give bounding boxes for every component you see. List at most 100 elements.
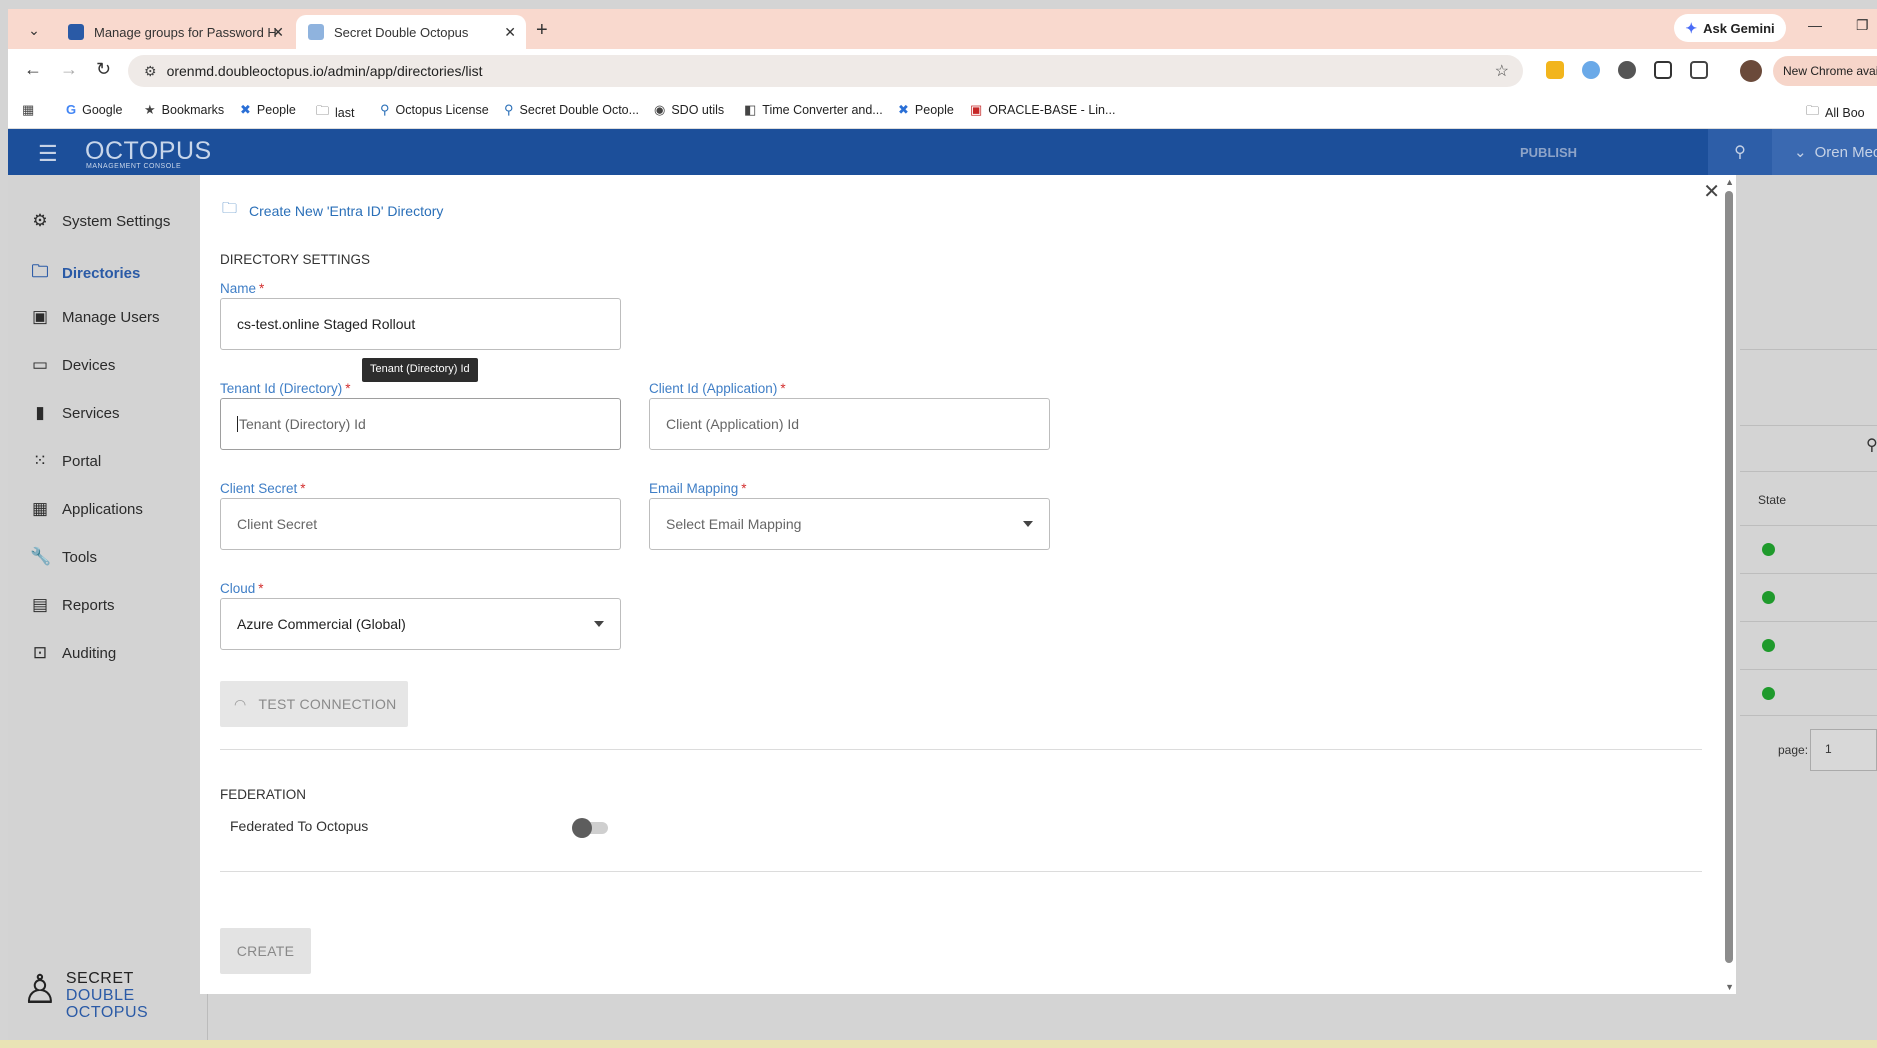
table-search-icon[interactable]: ⚲ bbox=[1866, 435, 1877, 455]
bookmark-sdo-utils[interactable]: ◉ SDO utils bbox=[654, 102, 724, 118]
wrench-icon: 🔧 bbox=[30, 547, 52, 566]
sidebar-item-label: System Settings bbox=[62, 212, 171, 230]
bookmark-label: ORACLE-BASE - Lin... bbox=[988, 103, 1116, 117]
app-header: ☰ OCTOPUS MANAGEMENT CONSOLE PUBLISH ⚲ ⌄… bbox=[8, 129, 1877, 175]
bookmark-octopus-license[interactable]: ⚲ Octopus License bbox=[380, 102, 489, 118]
browser-toolbar: ← → ↻ ⚙ orenmd.doubleoctopus.io/admin/ap… bbox=[8, 49, 1877, 93]
tab-secret-double-octopus[interactable]: Secret Double Octopus ✕ bbox=[296, 15, 526, 49]
state-active-dot bbox=[1762, 543, 1775, 556]
sidebar-item-label: Applications bbox=[62, 500, 143, 518]
column-header-state: State bbox=[1758, 493, 1787, 507]
federated-toggle[interactable] bbox=[572, 818, 610, 838]
apps-grid-icon[interactable]: ▦ bbox=[22, 102, 34, 118]
required-mark: * bbox=[259, 281, 265, 296]
badge-icon: ▣ bbox=[31, 307, 49, 326]
email-mapping-select[interactable]: Select Email Mapping bbox=[649, 498, 1050, 550]
bookmark-time-converter[interactable]: ◧ Time Converter and... bbox=[744, 102, 883, 118]
puzzle-extensions-icon[interactable] bbox=[1690, 61, 1708, 79]
new-chrome-available-button[interactable]: New Chrome availa bbox=[1773, 56, 1877, 86]
sidebar-item-label: Services bbox=[62, 404, 120, 422]
name-input[interactable]: cs-test.online Staged Rollout bbox=[220, 298, 621, 350]
email-mapping-label: Email Mapping * bbox=[649, 481, 747, 496]
bookmark-star-icon[interactable]: ☆ bbox=[1495, 61, 1509, 81]
cloud-label: Cloud * bbox=[220, 581, 264, 596]
sidebar-item-portal[interactable]: ⁙ Portal bbox=[30, 451, 101, 471]
close-tab-icon[interactable]: ✕ bbox=[504, 24, 516, 41]
logo-subtitle: MANAGEMENT CONSOLE bbox=[86, 163, 182, 170]
back-icon[interactable]: ← bbox=[24, 59, 42, 80]
tenant-id-input[interactable]: Tenant (Directory) Id bbox=[220, 398, 621, 450]
sidebar-item-services[interactable]: ▮ Services bbox=[30, 403, 120, 423]
bookmark-last[interactable]: 🗀 last bbox=[316, 102, 354, 124]
client-secret-input[interactable]: Client Secret bbox=[220, 498, 621, 550]
sharepoint-favicon-icon bbox=[68, 24, 84, 40]
sidebar-item-reports[interactable]: ▤ Reports bbox=[30, 595, 115, 615]
octopus-icon: ⚲ bbox=[380, 102, 390, 117]
header-search-icon[interactable]: ⚲ bbox=[1708, 129, 1772, 175]
bookmark-secret-double-octopus[interactable]: ⚲ Secret Double Octo... bbox=[504, 102, 639, 118]
bookmark-people[interactable]: ✖ People bbox=[240, 102, 296, 118]
required-mark: * bbox=[780, 381, 786, 396]
create-button[interactable]: CREATE bbox=[220, 928, 311, 974]
close-icon[interactable]: ✕ bbox=[1703, 179, 1720, 204]
sidebar-item-system-settings[interactable]: ⚙ System Settings bbox=[30, 211, 170, 231]
sidebar-item-directories[interactable]: 🗀 Directories bbox=[30, 259, 141, 288]
taskbar-strip bbox=[0, 1040, 1877, 1048]
all-bookmarks[interactable]: 🗀 All Boo bbox=[1806, 102, 1865, 124]
close-tab-icon[interactable]: ✕ bbox=[272, 24, 284, 41]
bookmark-people-2[interactable]: ✖ People bbox=[898, 102, 954, 118]
tab-title: Secret Double Octopus bbox=[334, 24, 469, 40]
name-label: Name * bbox=[220, 281, 264, 296]
user-menu[interactable]: ⌄ Oren Mec bbox=[1772, 129, 1877, 175]
client-id-input[interactable]: Client (Application) Id bbox=[649, 398, 1050, 450]
new-tab-icon[interactable]: + bbox=[536, 19, 548, 42]
profile-avatar[interactable] bbox=[1740, 60, 1762, 82]
required-mark: * bbox=[345, 381, 351, 396]
sidebar-item-devices[interactable]: ▭ Devices bbox=[30, 355, 115, 375]
tab-title: Manage groups for Password H bbox=[94, 24, 277, 40]
sidebar-item-auditing[interactable]: ⊡ Auditing bbox=[30, 643, 116, 663]
sidebar-item-manage-users[interactable]: ▣ Manage Users bbox=[30, 307, 160, 327]
folder-icon: 🗀 bbox=[31, 262, 49, 281]
create-directory-dialog: ✕ ▲ ▼ 🗀 Create New 'Entra ID' Directory … bbox=[200, 175, 1736, 994]
sidebar-item-applications[interactable]: ▦ Applications bbox=[30, 499, 143, 519]
tab-search-chevron-icon[interactable]: ⌄ bbox=[20, 16, 48, 44]
restore-icon[interactable]: ❐ bbox=[1856, 17, 1869, 34]
s-extension-icon[interactable] bbox=[1654, 61, 1672, 79]
bookmark-oracle-base[interactable]: ▣ ORACLE-BASE - Lin... bbox=[970, 102, 1115, 118]
folder-icon: 🗀 bbox=[316, 103, 330, 118]
forward-icon[interactable]: → bbox=[60, 59, 78, 80]
sidebar: ⚙ System Settings 🗀 Directories ▣ Manage Us… bbox=[8, 175, 208, 1045]
scrollbar-thumb[interactable] bbox=[1725, 191, 1733, 963]
page-select[interactable]: 1 bbox=[1810, 729, 1877, 771]
tab-manage-groups[interactable]: Manage groups for Password H ✕ bbox=[56, 15, 294, 49]
sidebar-item-tools[interactable]: 🔧 Tools bbox=[30, 547, 97, 567]
minimize-icon[interactable]: — bbox=[1808, 17, 1822, 33]
bookmark-label: Google bbox=[82, 102, 123, 117]
reload-icon[interactable]: ↻ bbox=[96, 59, 111, 80]
site-info-icon[interactable]: ⚙ bbox=[144, 63, 157, 80]
section-divider bbox=[220, 871, 1702, 872]
bookmark-bookmarks[interactable]: ★ Bookmarks bbox=[144, 102, 224, 118]
extension-icon[interactable] bbox=[1546, 61, 1564, 79]
ask-gemini-button[interactable]: ✦ Ask Gemini bbox=[1674, 14, 1786, 42]
state-active-dot bbox=[1762, 591, 1775, 604]
scroll-up-icon[interactable]: ▲ bbox=[1725, 177, 1734, 187]
scroll-down-icon[interactable]: ▼ bbox=[1725, 982, 1734, 992]
dropdown-arrow-icon bbox=[594, 621, 604, 627]
dialog-scrollbar[interactable]: ▲ ▼ bbox=[1722, 175, 1736, 994]
bookmark-google[interactable]: G Google bbox=[66, 102, 122, 117]
browser-tab-bar: ⌄ Manage groups for Password H ✕ Secret … bbox=[8, 9, 1877, 49]
table-divider bbox=[1740, 573, 1877, 574]
spy-extension-icon[interactable] bbox=[1618, 61, 1636, 79]
publish-button[interactable]: PUBLISH bbox=[1520, 145, 1577, 160]
dialog-title: 🗀 Create New 'Entra ID' Directory bbox=[222, 198, 443, 223]
address-bar[interactable]: ⚙ orenmd.doubleoctopus.io/admin/app/dire… bbox=[128, 55, 1523, 87]
bookmark-label: Octopus License bbox=[395, 103, 489, 117]
test-connection-button[interactable]: ◠ TEST CONNECTION bbox=[220, 681, 408, 727]
bookmark-label: Time Converter and... bbox=[762, 103, 883, 117]
menu-icon[interactable]: ☰ bbox=[38, 141, 58, 167]
cloud-extension-icon[interactable] bbox=[1582, 61, 1600, 79]
cloud-label-text: Cloud bbox=[220, 581, 256, 596]
cloud-select[interactable]: Azure Commercial (Global) bbox=[220, 598, 621, 650]
